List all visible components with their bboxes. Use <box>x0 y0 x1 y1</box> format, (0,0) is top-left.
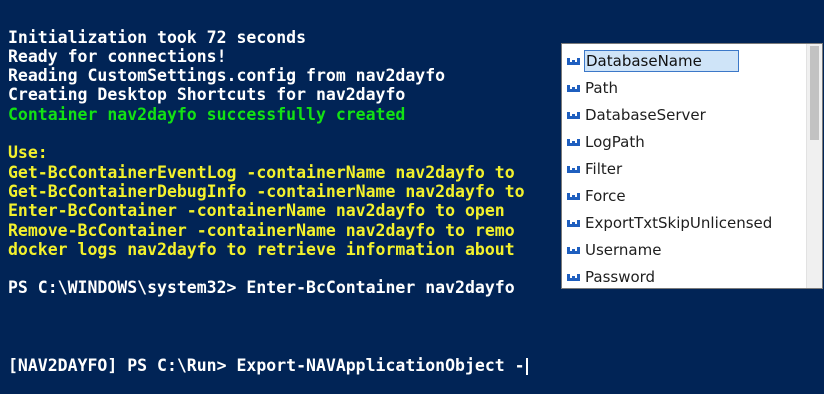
console-line: Get-BcContainerDebugInfo -containerName … <box>8 181 525 201</box>
completion-item-label: DatabaseServer <box>585 105 706 124</box>
parameter-icon <box>566 82 582 94</box>
parameter-icon <box>566 244 582 256</box>
completion-item-label: DatabaseName <box>584 49 739 72</box>
console-line: docker logs nav2dayfo to retrieve inform… <box>8 239 515 259</box>
parameter-icon <box>566 55 582 67</box>
typed-input[interactable]: - <box>515 356 525 375</box>
console-line: Enter-BcContainer -containerName nav2day… <box>8 201 505 221</box>
completion-item[interactable]: Filter <box>562 155 806 182</box>
completion-item[interactable]: ExportTxtSkipUnlicensed <box>562 210 806 237</box>
text-cursor <box>525 357 528 375</box>
console-line: Reading CustomSettings.config from nav2d… <box>8 66 446 86</box>
console-line: Get-BcContainerEventLog -containerName n… <box>8 162 515 182</box>
parameter-icon <box>566 271 582 283</box>
parameter-icon <box>566 217 582 229</box>
console-prompt: [NAV2DAYFO] PS C:\Run> Export-NAVApplica… <box>8 355 515 375</box>
completion-item[interactable]: Force <box>562 182 806 209</box>
scrollbar-thumb[interactable] <box>810 46 819 140</box>
completion-item[interactable]: Path <box>562 74 806 101</box>
completion-item-label: LogPath <box>585 132 645 151</box>
completion-item[interactable]: DatabaseName <box>562 47 806 74</box>
completion-list: DatabaseName Path DatabaseServer LogPath Fil… <box>562 47 806 288</box>
completion-item-label: Force <box>585 187 626 206</box>
console-prompt-line[interactable]: [NAV2DAYFO] PS C:\Run> Export-NAVApplica… <box>8 356 528 375</box>
completion-item-label: Path <box>585 78 618 97</box>
console-line: Remove-BcContainer -containerName nav2da… <box>8 220 515 240</box>
console-line: Creating Desktop Shortcuts for nav2dayfo <box>8 85 406 105</box>
completion-item-label: Filter <box>585 159 623 178</box>
console-line: Initialization took 72 seconds <box>8 27 307 47</box>
completion-scrollbar[interactable] <box>806 44 822 288</box>
parameter-icon <box>566 163 582 175</box>
console-line: Container nav2dayfo successfully created <box>8 104 406 124</box>
console-lines: Initialization took 72 seconds Ready for … <box>8 28 528 317</box>
completion-item-label: Password <box>585 268 656 287</box>
completion-item-label: ExportTxtSkipUnlicensed <box>585 214 773 233</box>
console-line: PS C:\WINDOWS\system32> Enter-BcContaine… <box>8 278 515 298</box>
completion-item[interactable]: LogPath <box>562 128 806 155</box>
console-output: Initialization took 72 seconds Ready for … <box>8 0 528 394</box>
parameter-icon <box>566 109 582 121</box>
completion-item[interactable]: Username <box>562 237 806 264</box>
completion-item[interactable]: Password <box>562 264 806 288</box>
console-line: Use: <box>8 143 48 163</box>
parameter-icon <box>566 190 582 202</box>
completion-item[interactable]: DatabaseServer <box>562 101 806 128</box>
intellisense-popup[interactable]: DatabaseName Path DatabaseServer LogPath Fil… <box>561 43 823 289</box>
parameter-icon <box>566 136 582 148</box>
console-line: Ready for connections! <box>8 46 227 66</box>
completion-item-label: Username <box>585 241 662 260</box>
